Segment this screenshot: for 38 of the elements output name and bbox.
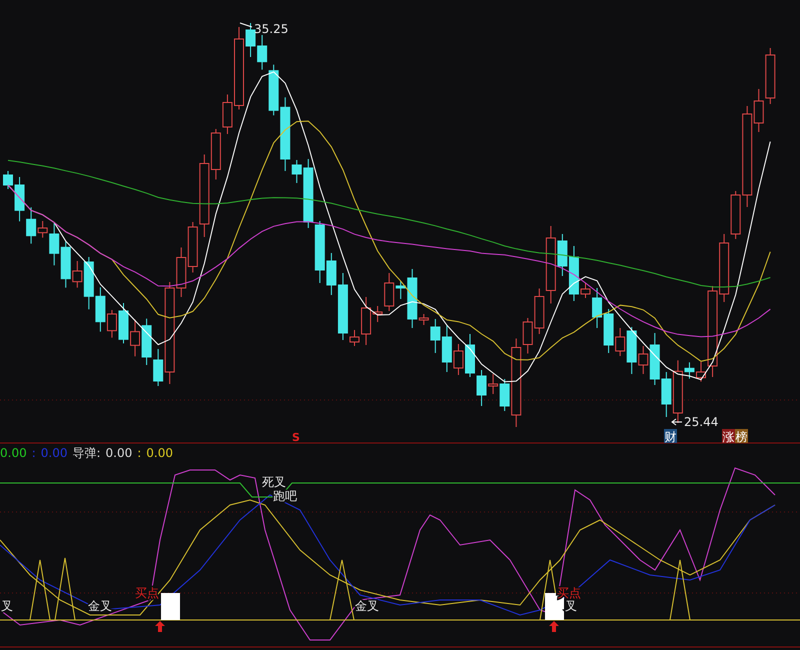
candlestick	[118, 302, 128, 344]
legend-value: 0.00	[40, 445, 68, 461]
candlestick	[3, 170, 13, 190]
candlestick	[130, 319, 140, 357]
candlestick	[568, 246, 579, 302]
badge: 榜	[735, 429, 748, 444]
signal-label: 金叉	[355, 599, 379, 613]
badge: 财	[664, 429, 677, 444]
candlestick	[592, 288, 602, 328]
signal-label: 死叉	[262, 475, 286, 489]
arrow-up-icon	[549, 621, 559, 632]
high-price-label: 35.25	[254, 22, 288, 36]
candlestick	[696, 362, 706, 382]
candlestick	[580, 282, 590, 298]
legend-value: :	[32, 445, 36, 461]
leader-line	[671, 418, 682, 426]
leader-line	[240, 22, 252, 28]
signal-marker: S	[292, 431, 300, 444]
candlestick	[719, 234, 730, 302]
signal-label: 叉	[565, 599, 577, 613]
legend-value: 导弹:	[72, 445, 101, 461]
signal-label: 叉	[1, 599, 13, 613]
candlestick	[350, 330, 360, 346]
legend-value: :	[137, 445, 142, 461]
candlestick	[765, 48, 776, 104]
arrow-up-icon	[155, 621, 165, 632]
candlestick	[465, 334, 475, 378]
badge: 涨	[722, 429, 735, 444]
candlestick	[222, 94, 232, 134]
legend-value: 0.00	[106, 445, 132, 461]
signal-bar	[161, 593, 180, 620]
candlestick	[142, 318, 152, 366]
candlestick	[246, 22, 256, 58]
candlestick	[661, 372, 672, 418]
legend-value: 0.00	[146, 445, 174, 461]
candlestick	[14, 176, 25, 222]
legend-value: 0.00	[0, 445, 27, 461]
low-price-label: 25.44	[684, 415, 718, 429]
